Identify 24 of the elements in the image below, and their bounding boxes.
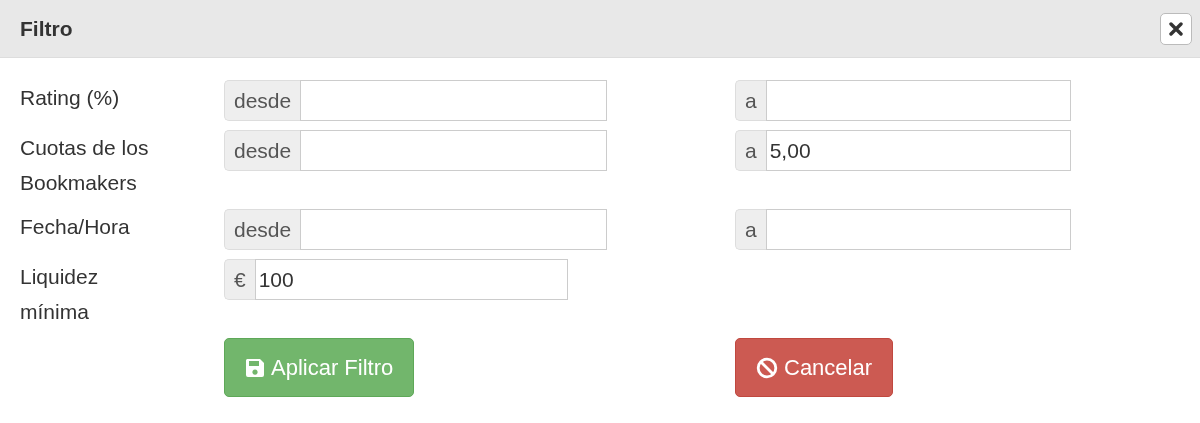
input-addon: a	[735, 209, 766, 250]
close-button[interactable]	[1160, 12, 1192, 45]
input-addon: €	[224, 259, 255, 300]
input-addon: desde	[224, 209, 301, 250]
input-field[interactable]	[765, 80, 1071, 121]
field-label: Liquidez mínima	[20, 264, 100, 325]
save-icon	[245, 357, 265, 378]
input-field[interactable]	[300, 130, 607, 171]
field-label: Cuotas de los Bookmakers	[20, 135, 150, 196]
dialog-title: Filtro	[20, 16, 73, 41]
input-addon: a	[735, 80, 766, 121]
ban-icon	[756, 356, 778, 379]
cancel-button[interactable]: Cancelar	[735, 338, 894, 397]
input-addon: desde	[224, 80, 301, 121]
input-addon: desde	[224, 130, 301, 171]
input-field[interactable]: 5,00	[765, 130, 1071, 171]
field-label: Rating (%)	[20, 85, 121, 111]
field-label: Fecha/Hora	[20, 214, 131, 240]
close-icon	[1169, 21, 1183, 36]
input-addon: a	[735, 130, 766, 171]
input-field[interactable]	[765, 209, 1071, 250]
input-field[interactable]: 100	[254, 259, 568, 300]
input-field[interactable]	[300, 209, 607, 250]
input-field[interactable]	[300, 80, 607, 121]
